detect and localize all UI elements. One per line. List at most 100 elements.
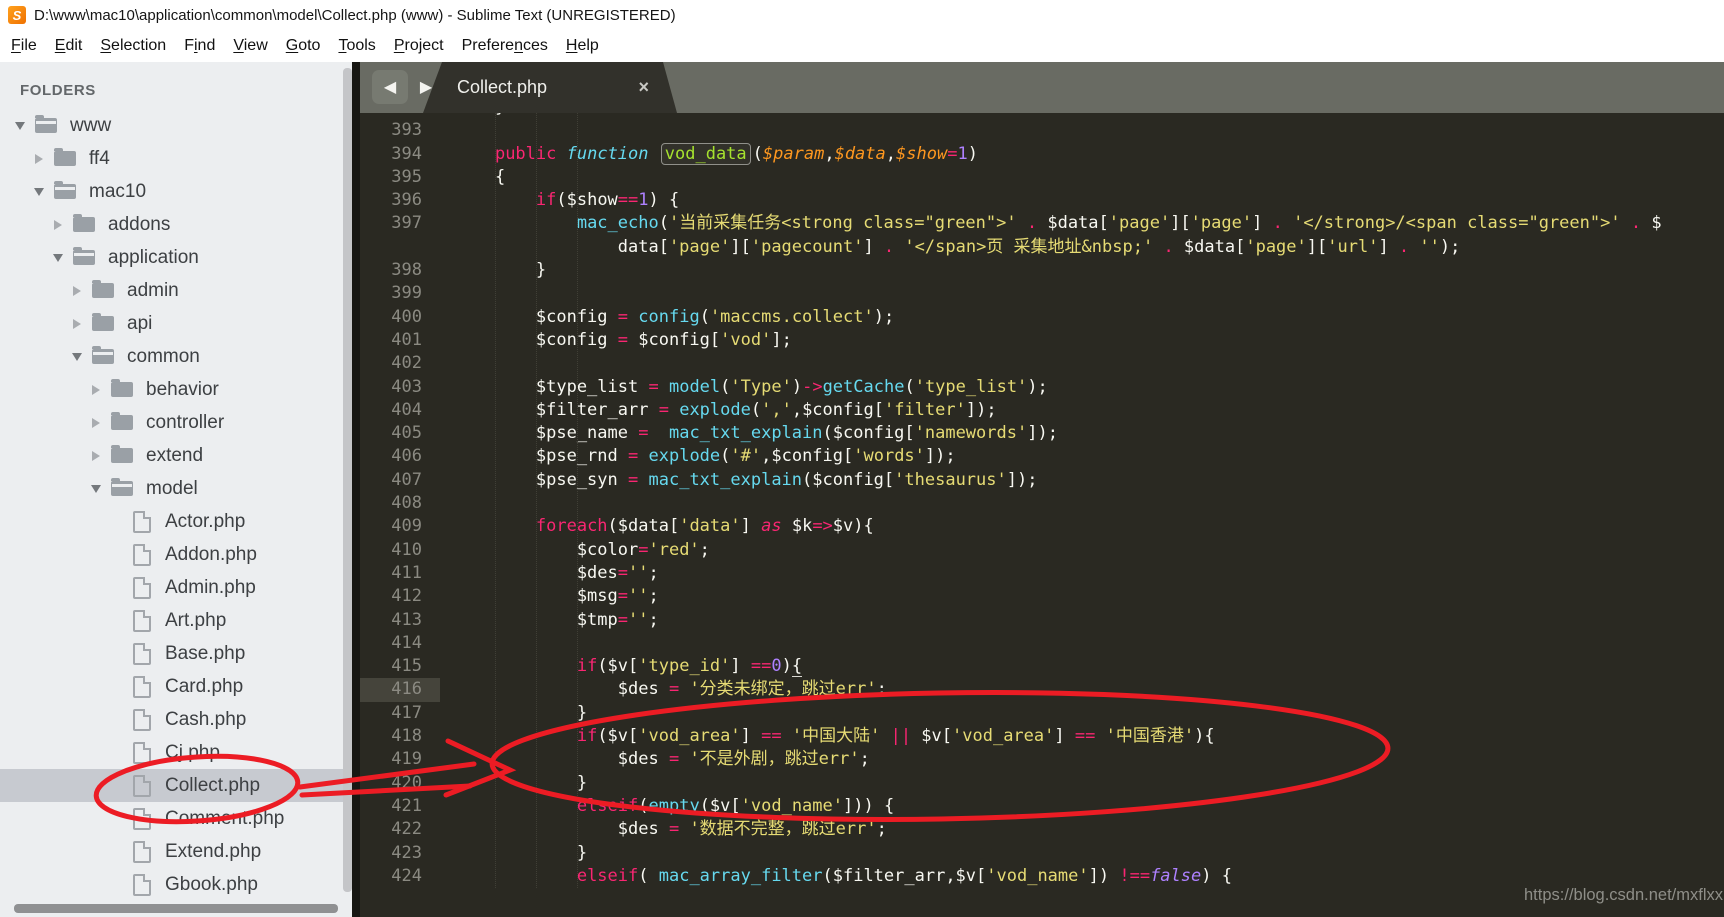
expand-toggle[interactable] [50,219,66,230]
collapse-toggle[interactable] [69,352,85,361]
menu-project[interactable]: Project [385,37,453,55]
tree-item-art-php[interactable]: Art.php [0,604,352,637]
code-line-402[interactable]: 402 [360,352,1724,375]
code-line-398[interactable]: 398 } [360,259,1724,282]
code-line-404[interactable]: 404 $filter_arr = explode(',',$config['f… [360,399,1724,422]
code-line-413[interactable]: 413 $tmp=''; [360,609,1724,632]
nav-back-button[interactable]: ◀ [372,70,408,104]
code-line-411[interactable]: 411 $des=''; [360,562,1724,585]
code-line-419[interactable]: 419 $des = '不是外剧，跳过err'; [360,748,1724,771]
menu-view[interactable]: View [224,37,276,55]
menu-selection[interactable]: Selection [91,37,175,55]
folder-open-icon [111,478,133,496]
code-line-400[interactable]: 400 $config = config('maccms.collect'); [360,306,1724,329]
tree-item-admin-php[interactable]: Admin.php [0,571,352,604]
tree-item-application[interactable]: application [0,241,352,274]
tree-item-extend[interactable]: extend [0,439,352,472]
folder-closed-icon [111,445,133,463]
tree-item-extend-php[interactable]: Extend.php [0,835,352,868]
code-line-wrap[interactable]: data['page']['pagecount'] . '</span>页 采集… [360,236,1724,259]
code-line-397[interactable]: 397 mac_echo('当前采集任务<strong class="green… [360,212,1724,235]
collapse-toggle[interactable] [12,121,28,130]
tab-close-icon[interactable]: × [638,77,649,98]
code-line-415[interactable]: 415 if($v['type_id'] ==0){ [360,655,1724,678]
code-line-394[interactable]: 394 public function vod_data ($param,$dat… [360,142,1724,166]
code-line-417[interactable]: 417 } [360,702,1724,725]
tree-item-behavior[interactable]: behavior [0,373,352,406]
code-line-412[interactable]: 412 $msg=''; [360,585,1724,608]
code-line-416[interactable]: 416 $des = '分类未绑定，跳过err'; [360,678,1724,702]
tab-bar: ◀ ▶ Collect.php × [360,62,1724,113]
tree-item-cash-php[interactable]: Cash.php [0,703,352,736]
collapse-toggle[interactable] [31,187,47,196]
code-area[interactable]: 392 }393394 public function vod_data($pa… [360,96,1724,889]
folder-open-icon [35,115,57,133]
menu-file[interactable]: File [2,37,46,55]
tree-item-card-php[interactable]: Card.php [0,670,352,703]
code-line-418[interactable]: 418 if($v['vod_area'] == '中国大陆' || $v['v… [360,725,1724,748]
expand-toggle[interactable] [88,450,104,461]
collapse-toggle[interactable] [88,484,104,493]
tree-item-collect-php[interactable]: Collect.php [0,769,352,802]
code-line-406[interactable]: 406 $pse_rnd = explode('#',$config['word… [360,445,1724,468]
tree-item-actor-php[interactable]: Actor.php [0,505,352,538]
tree-item-gbook-php[interactable]: Gbook.php [0,868,352,901]
code-line-401[interactable]: 401 $config = $config['vod']; [360,329,1724,352]
code-line-393[interactable]: 393 [360,119,1724,142]
tree-item-admin[interactable]: admin [0,274,352,307]
line-number: 408 [391,493,422,514]
chevron-right-icon [92,417,100,428]
sidebar-vertical-scrollbar[interactable] [343,68,352,892]
tree-item-label: admin [127,279,179,301]
tab-collect-php[interactable]: Collect.php × [423,62,677,113]
code-line-408[interactable]: 408 [360,492,1724,515]
code-line-414[interactable]: 414 [360,632,1724,655]
tree-item-cj-php[interactable]: Cj.php [0,736,352,769]
tree-item-base-php[interactable]: Base.php [0,637,352,670]
expand-toggle[interactable] [69,318,85,329]
tree-item-model[interactable]: model [0,472,352,505]
code-line-403[interactable]: 403 $type_list = model('Type')->getCache… [360,376,1724,399]
tree-item-www[interactable]: www [0,109,352,142]
tree-item-addon-php[interactable]: Addon.php [0,538,352,571]
folder-open-icon [54,181,76,199]
menu-tools[interactable]: Tools [329,37,384,55]
folder-tree: www ff4 mac10 addons application admin api comm… [0,109,352,901]
code-line-423[interactable]: 423 } [360,842,1724,865]
sidebar-horizontal-scrollbar[interactable] [14,904,338,913]
code-line-421[interactable]: 421 elseif(empty($v['vod_name'])) { [360,795,1724,818]
tree-item-mac10[interactable]: mac10 [0,175,352,208]
line-content: data['page']['pagecount'] . '</span>页 采集… [454,236,1461,257]
code-line-410[interactable]: 410 $color='red'; [360,539,1724,562]
code-line-422[interactable]: 422 $des = '数据不完整，跳过err'; [360,818,1724,841]
code-line-399[interactable]: 399 [360,282,1724,305]
menu-find[interactable]: Find [175,37,224,55]
menu-goto[interactable]: Goto [277,37,330,55]
code-line-420[interactable]: 420 } [360,772,1724,795]
code-line-424[interactable]: 424 elseif( mac_array_filter($filter_arr… [360,865,1724,888]
line-content: $color='red'; [454,539,710,560]
code-line-407[interactable]: 407 $pse_syn = mac_txt_explain($config['… [360,469,1724,492]
collapse-toggle[interactable] [50,253,66,262]
code-line-395[interactable]: 395 { [360,166,1724,189]
tree-item-api[interactable]: api [0,307,352,340]
expand-toggle[interactable] [88,417,104,428]
tree-item-ff4[interactable]: ff4 [0,142,352,175]
tree-item-common[interactable]: common [0,340,352,373]
expand-toggle[interactable] [31,153,47,164]
expand-toggle[interactable] [88,384,104,395]
menu-preferences[interactable]: Preferences [453,37,557,55]
code-line-409[interactable]: 409 foreach($data['data'] as $k=>$v){ [360,515,1724,538]
line-number: 422 [391,819,422,840]
menu-help[interactable]: Help [557,37,608,55]
tree-item-controller[interactable]: controller [0,406,352,439]
line-content: if($v['type_id'] ==0){ [576,656,803,678]
code-line-396[interactable]: 396 if($show==1) { [360,189,1724,212]
menu-edit[interactable]: Edit [46,37,92,55]
line-content: $des = '不是外剧，跳过err'; [454,749,870,770]
expand-toggle[interactable] [69,285,85,296]
line-number: 406 [391,446,422,467]
tree-item-addons[interactable]: addons [0,208,352,241]
tree-item-comment-php[interactable]: Comment.php [0,802,352,835]
code-line-405[interactable]: 405 $pse_name = mac_txt_explain($config[… [360,422,1724,445]
